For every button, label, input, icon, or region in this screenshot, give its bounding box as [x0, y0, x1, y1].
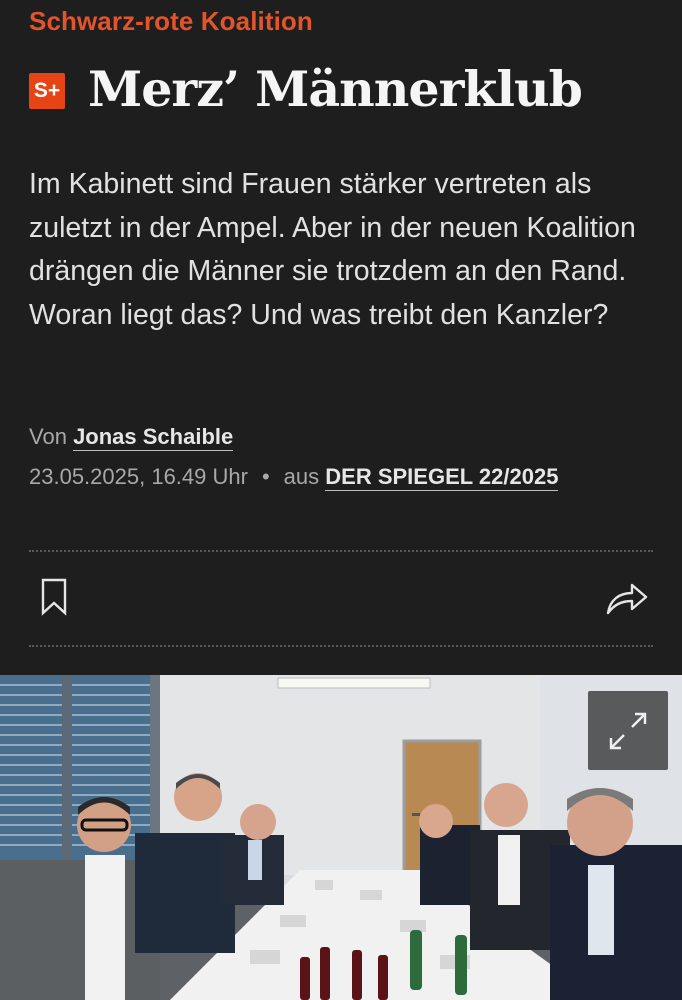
bookmark-icon [41, 578, 67, 616]
author-link[interactable]: Jonas Schaible [73, 424, 234, 451]
byline: Von Jonas Schaible [29, 424, 234, 451]
publish-date: 23.05.2025, 16.49 Uhr [29, 464, 248, 489]
article-headline: Merz’ Männerklub [88, 60, 583, 118]
share-icon [606, 583, 648, 615]
article-photo[interactable] [0, 675, 682, 1000]
expand-image-button[interactable] [588, 691, 668, 770]
issue-link[interactable]: DER SPIEGEL 22/2025 [325, 464, 559, 491]
byline-prefix: Von [29, 424, 67, 449]
meeting-photo-illustration [0, 675, 682, 1000]
share-button[interactable] [605, 580, 649, 621]
article-lead: Im Kabinett sind Frauen stärker vertrete… [29, 168, 636, 331]
expand-icon [609, 712, 647, 749]
article-kicker: Schwarz-rote Koalition [29, 6, 313, 36]
headline-row: S+ Merz’ Männerklub [29, 60, 583, 118]
divider-bottom [29, 645, 653, 647]
source-prefix: aus [283, 464, 320, 489]
meta-separator: • [261, 464, 270, 489]
spiegel-plus-badge: S+ [29, 73, 65, 109]
bookmark-button[interactable] [40, 578, 68, 621]
divider-top [29, 550, 653, 552]
article-meta: 23.05.2025, 16.49 Uhr • aus DER SPIEGEL 22… [29, 464, 559, 491]
